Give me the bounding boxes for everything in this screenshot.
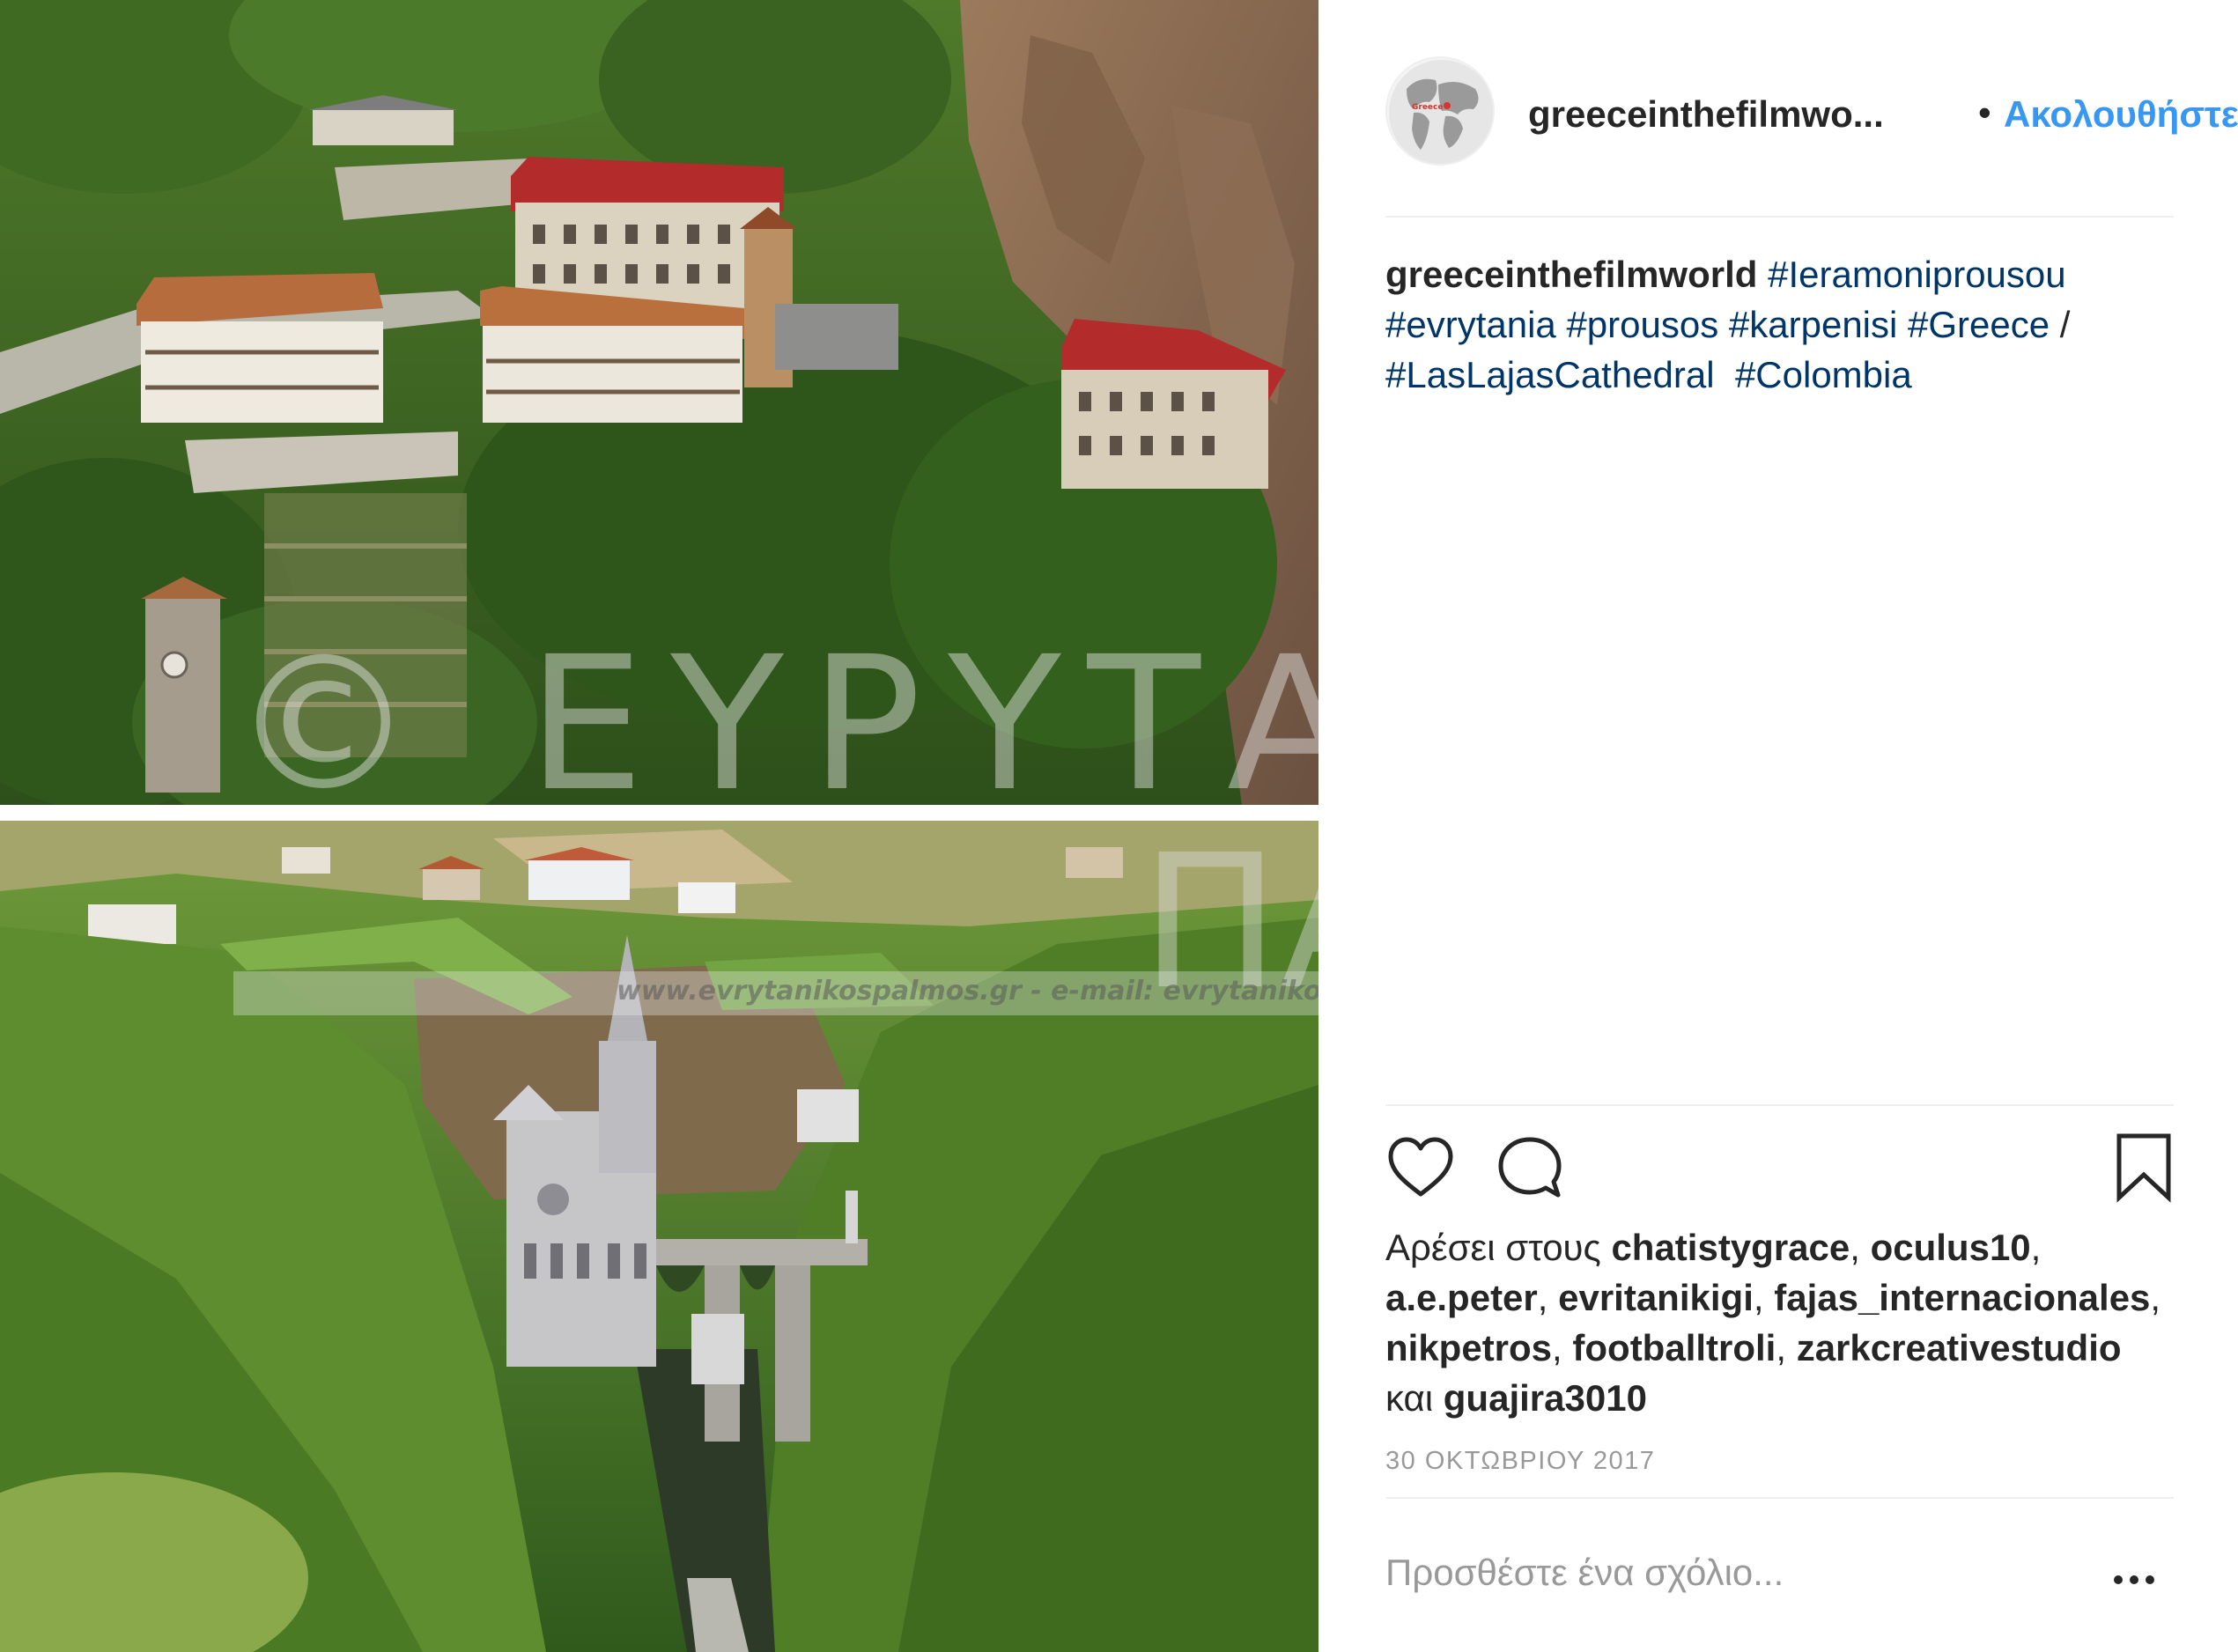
comment-icon[interactable]	[1495, 1132, 1565, 1203]
liker-username[interactable]: fajas_internacionales	[1774, 1277, 2150, 1318]
liker-username[interactable]: zarkcreativestudio	[1797, 1327, 2122, 1368]
hashtag-greece[interactable]: #Greece	[1908, 304, 2050, 345]
more-options-icon[interactable]	[2108, 1552, 2160, 1604]
header-username[interactable]: greeceinthefilmwo...	[1528, 93, 1884, 136]
hashtag-karpenisi[interactable]: #karpenisi	[1729, 304, 1897, 345]
comment-input[interactable]: Προσθέστε ένα σχόλιο...	[1385, 1552, 1784, 1594]
post-caption: greeceinthefilmworld #Ieramoniprousou #e…	[1385, 249, 2174, 400]
post-side-panel: Greece greeceinthefilmwo... • Ακολουθήστ…	[1318, 0, 2238, 1652]
likes-and-word: και	[1385, 1377, 1434, 1419]
post-date[interactable]: 30 ΟΚΤΩΒΡΙΟΥ 2017	[1385, 1447, 1655, 1476]
post-header: Greece greeceinthefilmwo... • Ακολουθήστ…	[1385, 53, 2238, 167]
liker-username[interactable]: evritanikigi	[1558, 1277, 1754, 1318]
likes-summary: Αρέσει στους chatistygrace, oculus10, a.…	[1385, 1227, 2161, 1419]
caption-author[interactable]: greeceinthefilmworld	[1385, 254, 1757, 295]
liker-username[interactable]: nikpetros	[1385, 1327, 1552, 1368]
post-actions	[1385, 1132, 2174, 1203]
header-separator-dot: •	[1978, 92, 1991, 133]
follow-button[interactable]: Ακολουθήστε	[2004, 93, 2238, 136]
hashtag-prousos[interactable]: #prousos	[1566, 304, 1718, 345]
post-media[interactable]: © ΕΥΡΥΤΑΝ ΠΑ www.evrytanikospalmos.gr - …	[0, 0, 1518, 1652]
likes-prefix: Αρέσει στους	[1385, 1227, 1601, 1268]
heart-icon[interactable]	[1385, 1132, 1456, 1203]
header-divider	[1385, 216, 2174, 218]
actions-divider	[1385, 1104, 2174, 1106]
comment-divider	[1385, 1497, 2174, 1499]
caption-slash: /	[2059, 304, 2071, 345]
watermark-url: www.evrytanikospalmos.gr - e-mail: evryt…	[617, 976, 1338, 1007]
hashtag-laslajascathedral[interactable]: #LasLajasCathedral	[1385, 354, 1715, 395]
avatar-label: Greece	[1412, 103, 1443, 112]
hashtag-colombia[interactable]: #Colombia	[1735, 354, 1912, 395]
liker-username[interactable]: oculus10	[1871, 1227, 2031, 1268]
hashtag-ieramoniprousou[interactable]: #Ieramoniprousou	[1768, 254, 2066, 295]
liker-username[interactable]: footballtroli	[1572, 1327, 1776, 1368]
globe-icon: Greece	[1389, 60, 1493, 164]
liker-username[interactable]: chatistygrace	[1611, 1227, 1850, 1268]
liker-username[interactable]: guajira3010	[1444, 1377, 1647, 1419]
bookmark-icon[interactable]	[2109, 1132, 2179, 1203]
cathedral-photo	[0, 821, 1318, 1652]
avatar[interactable]: Greece	[1385, 56, 1495, 166]
liker-username[interactable]: a.e.peter	[1385, 1277, 1538, 1318]
hashtag-evrytania[interactable]: #evrytania	[1385, 304, 1556, 345]
